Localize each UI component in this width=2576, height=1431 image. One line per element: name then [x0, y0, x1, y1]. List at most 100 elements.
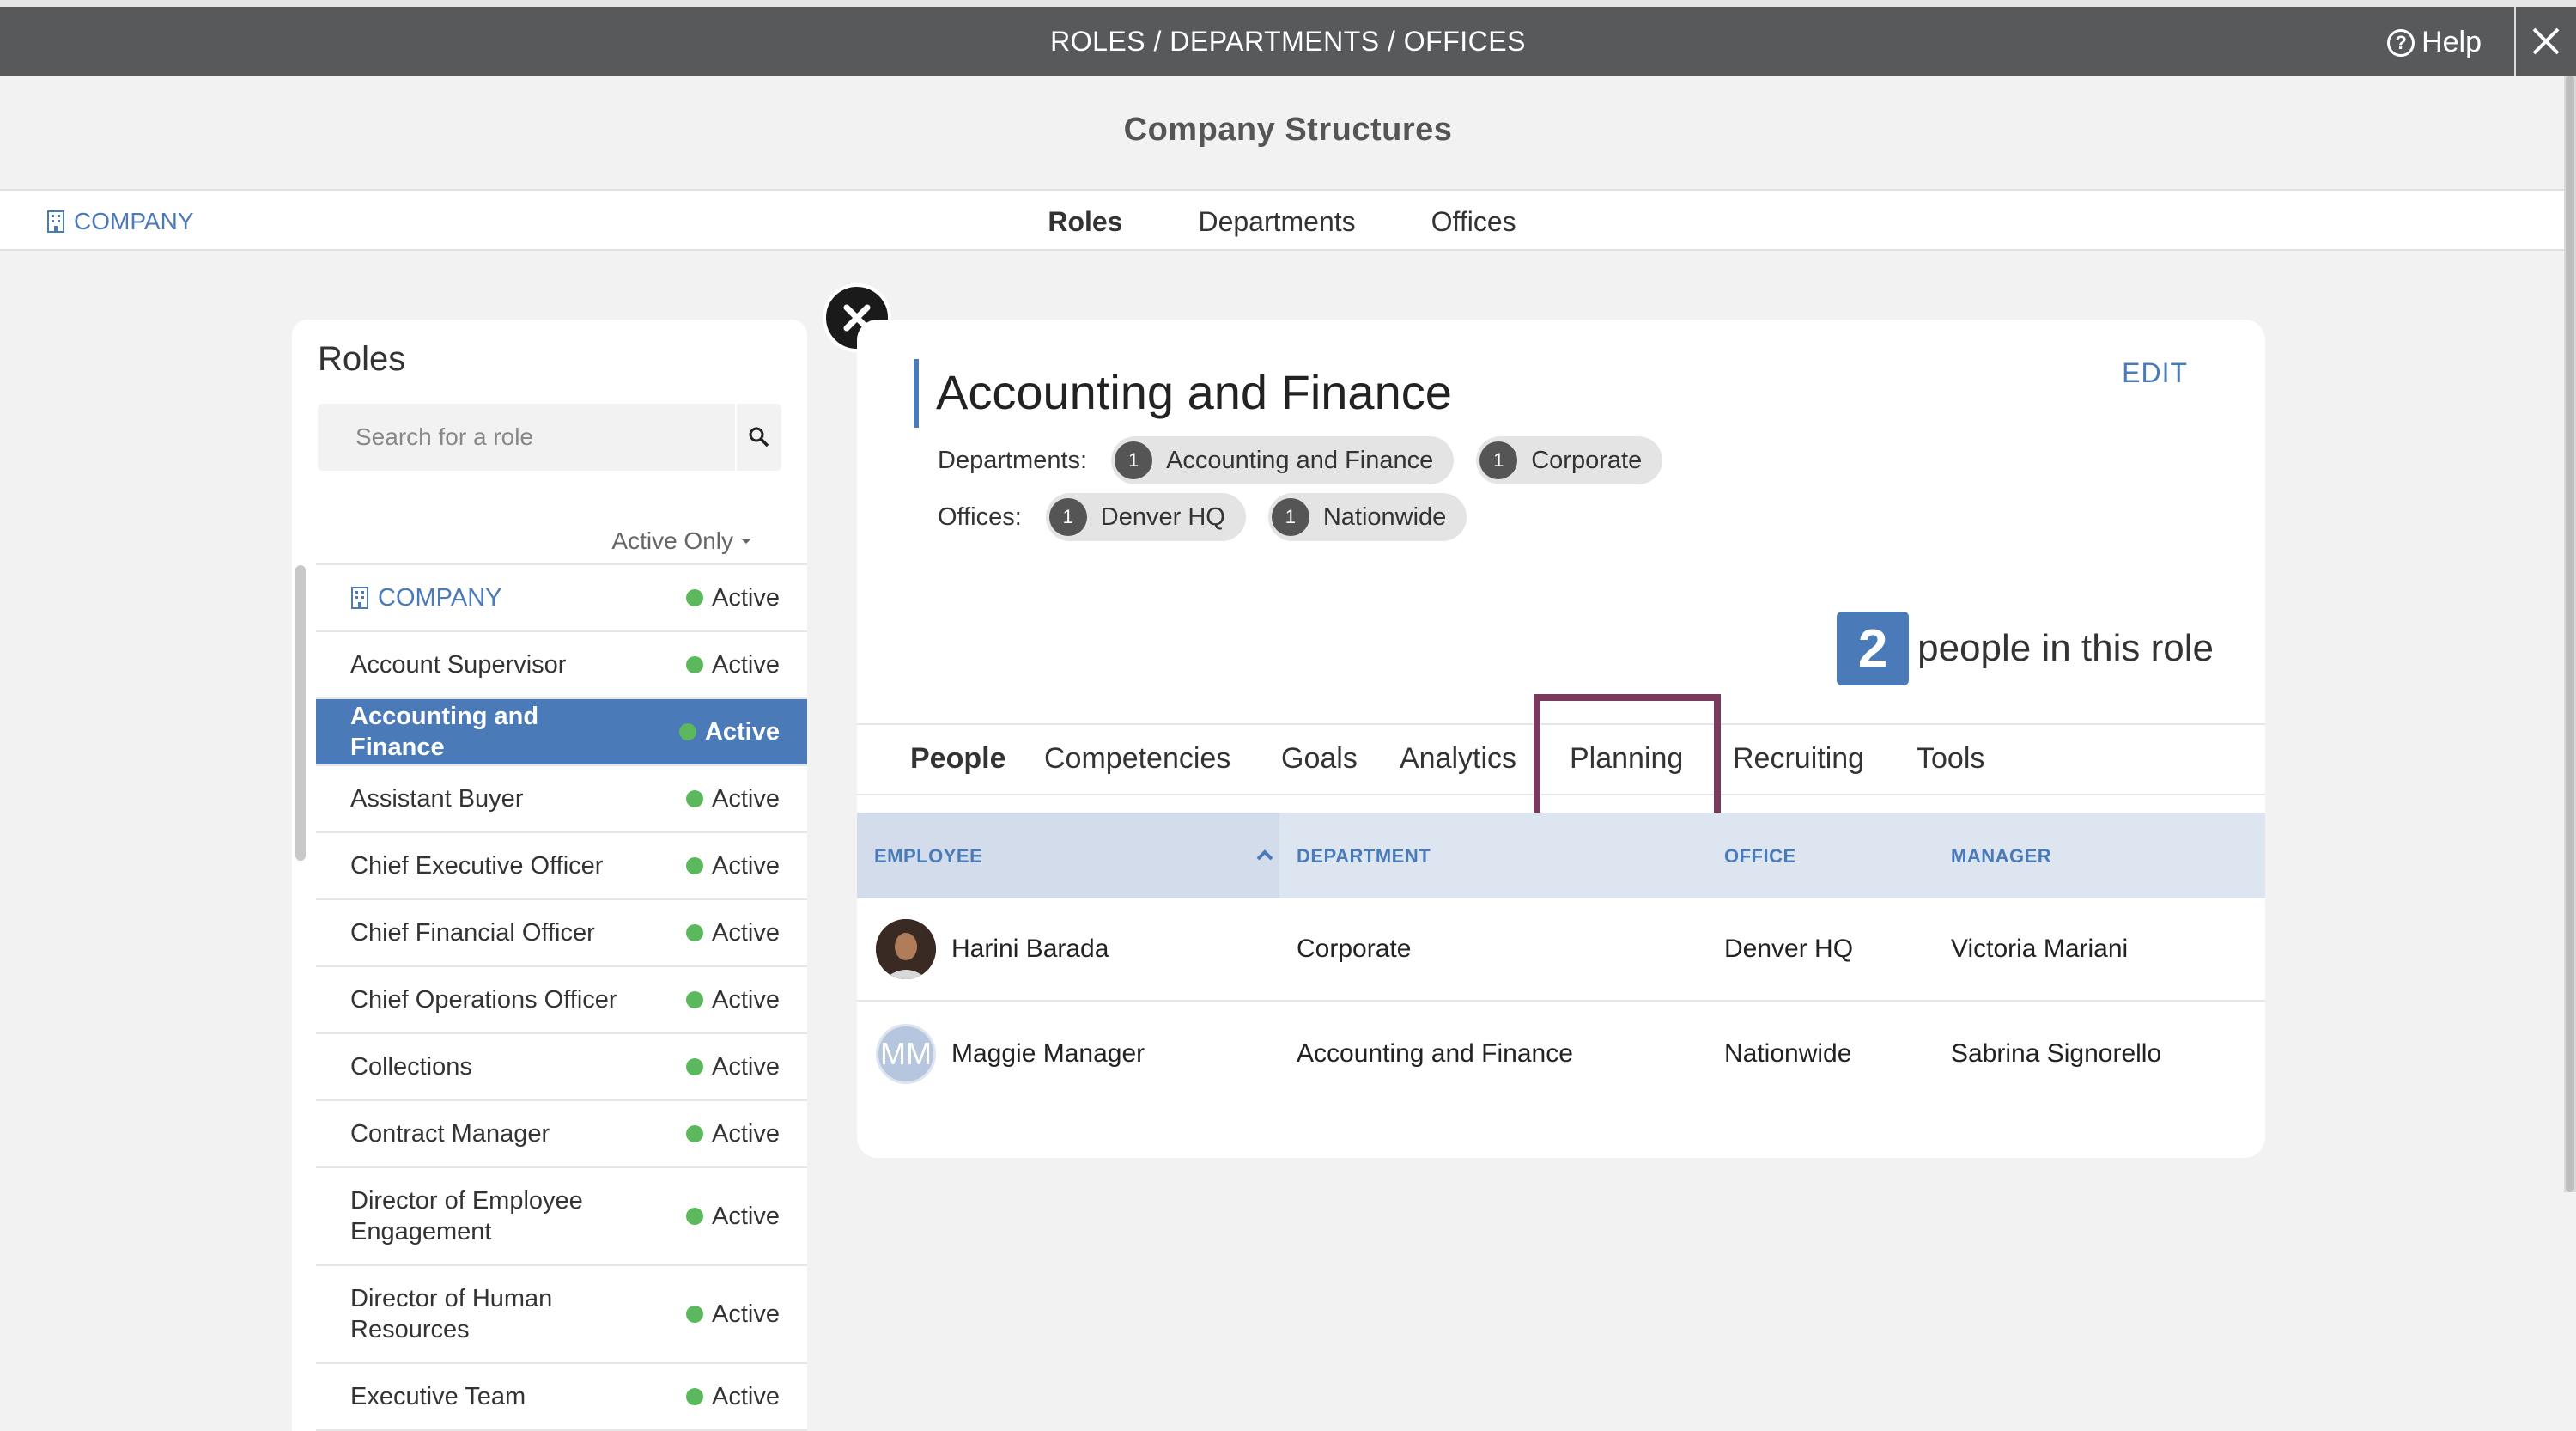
help-icon: ? [2387, 28, 2415, 57]
employee-office: Nationwide [1724, 1039, 1852, 1068]
role-item[interactable]: Account Supervisor Active [316, 632, 807, 699]
role-name: Assistant Buyer [350, 785, 524, 813]
role-status-label: Active [712, 650, 780, 679]
tab-tools[interactable]: Tools [1917, 742, 1984, 776]
role-status: Active [686, 919, 780, 947]
role-item-company[interactable]: COMPANY Active [316, 565, 807, 632]
building-icon [351, 587, 368, 609]
role-item[interactable]: Director of Human Resources Active [316, 1266, 807, 1364]
active-dot-icon [686, 589, 704, 606]
role-item[interactable]: Chief Executive Officer Active [316, 833, 807, 900]
department-chip[interactable]: 1 Corporate [1476, 436, 1663, 484]
search-icon [749, 427, 769, 448]
top-bar: ROLES / DEPARTMENTS / OFFICES ? Help [0, 0, 2576, 76]
role-name: Contract Manager [350, 1120, 550, 1148]
active-filter-dropdown[interactable]: Active Only [611, 527, 752, 555]
role-item[interactable]: Assistant Buyer Active [316, 766, 807, 833]
help-link[interactable]: ? Help [2387, 26, 2482, 59]
role-status-label: Active [712, 583, 780, 612]
role-item[interactable]: Director of Employee Engagement Active [316, 1168, 807, 1266]
role-item[interactable]: Chief Operations Officer Active [316, 967, 807, 1034]
chip-count: 1 [1271, 498, 1309, 536]
people-count-text: people in this role [1917, 627, 2214, 669]
role-status: Active [686, 584, 780, 612]
role-item-selected[interactable]: Accounting and Finance Active [316, 699, 807, 766]
active-dot-icon [686, 790, 704, 807]
role-title: Accounting and Finance [936, 365, 1452, 419]
role-status-label: Active [712, 985, 780, 1014]
tab-people[interactable]: People [910, 742, 1005, 776]
table-row[interactable]: MM Maggie Manager Accounting and Finance… [857, 1003, 2265, 1106]
offices-label: Offices: [938, 502, 1022, 531]
chip-label: Denver HQ [1100, 502, 1225, 531]
role-item[interactable]: Collections Active [316, 1034, 807, 1101]
tab-recruiting[interactable]: Recruiting [1733, 742, 1864, 776]
active-dot-icon [686, 991, 704, 1008]
help-label: Help [2421, 26, 2482, 58]
employee-department: Accounting and Finance [1297, 1039, 1573, 1068]
active-dot-icon [678, 723, 696, 740]
tab-analytics[interactable]: Analytics [1400, 742, 1516, 776]
active-dot-icon [686, 656, 704, 673]
role-status: Active [686, 986, 780, 1014]
chip-label: Corporate [1531, 446, 1643, 474]
role-item[interactable]: Contract Manager Active [316, 1101, 807, 1168]
roles-panel: Roles Active Only COMPANY Activ [292, 320, 807, 1431]
edit-button[interactable]: EDIT [2122, 357, 2188, 389]
role-name: Director of Employee Engagement [350, 1187, 583, 1245]
structure-nav: COMPANY Roles Departments Offices [0, 189, 2564, 251]
structure-tabs: Roles Departments Offices [0, 206, 2564, 238]
role-search-input[interactable] [318, 404, 730, 471]
employee-name[interactable]: Harini Barada [951, 935, 1109, 964]
tab-goals[interactable]: Goals [1281, 742, 1358, 776]
column-manager[interactable]: MANAGER [1951, 845, 2051, 868]
active-dot-icon [686, 857, 704, 874]
role-name: Account Supervisor [350, 651, 567, 679]
role-name-company: COMPANY [350, 582, 501, 613]
employee-department: Corporate [1297, 935, 1412, 963]
subheader: Company Structures [0, 76, 2576, 189]
role-status-label: Active [712, 851, 780, 880]
department-chip[interactable]: 1 Accounting and Finance [1111, 436, 1455, 484]
title-accent-bar [914, 359, 919, 428]
tab-departments[interactable]: Departments [1198, 206, 1355, 238]
active-dot-icon [686, 1058, 704, 1075]
table-row[interactable]: Harini Barada Corporate Denver HQ Victor… [857, 898, 2265, 1002]
role-status: Active [686, 1053, 780, 1081]
employee-name[interactable]: Maggie Manager [951, 1039, 1145, 1069]
search-button[interactable] [735, 404, 781, 471]
top-bar-title: ROLES / DEPARTMENTS / OFFICES [1050, 26, 1526, 57]
office-chip[interactable]: 1 Denver HQ [1045, 493, 1246, 541]
active-dot-icon [686, 1125, 704, 1142]
close-button[interactable] [2514, 7, 2576, 76]
office-chip[interactable]: 1 Nationwide [1267, 493, 1467, 541]
employee-manager: Victoria Mariani [1951, 935, 2129, 963]
tab-offices[interactable]: Offices [1431, 206, 1516, 238]
avatar-photo [876, 919, 936, 979]
page-scrollbar[interactable] [2564, 76, 2576, 1192]
roles-list: COMPANY Active Account Supervisor Active… [316, 563, 807, 1431]
avatar: MM [876, 1024, 936, 1084]
role-status-label: Active [712, 1202, 780, 1230]
active-dot-icon [686, 924, 704, 941]
role-item[interactable]: Executive Team Active [316, 1364, 807, 1431]
sort-asc-icon[interactable] [1255, 849, 1274, 861]
roles-scrollbar[interactable] [295, 565, 306, 861]
role-item[interactable]: Chief Financial Officer Active [316, 900, 807, 967]
page-scrollbar-thumb[interactable] [2566, 76, 2574, 1192]
role-status: Active [686, 852, 780, 880]
role-status: Active [686, 1383, 780, 1411]
role-status-label: Active [712, 918, 780, 947]
column-employee[interactable]: EMPLOYEE [874, 845, 982, 868]
column-department[interactable]: DEPARTMENT [1297, 845, 1431, 868]
chip-label: Accounting and Finance [1166, 446, 1434, 474]
tab-competencies[interactable]: Competencies [1044, 742, 1230, 776]
caret-down-icon [741, 539, 751, 544]
role-name: Chief Operations Officer [350, 986, 617, 1014]
employee-office: Denver HQ [1724, 935, 1854, 963]
avatar [876, 919, 936, 979]
role-status: Active [686, 1120, 780, 1148]
tab-roles[interactable]: Roles [1048, 206, 1122, 238]
column-office[interactable]: OFFICE [1724, 845, 1796, 868]
role-name-label: COMPANY [378, 584, 502, 612]
